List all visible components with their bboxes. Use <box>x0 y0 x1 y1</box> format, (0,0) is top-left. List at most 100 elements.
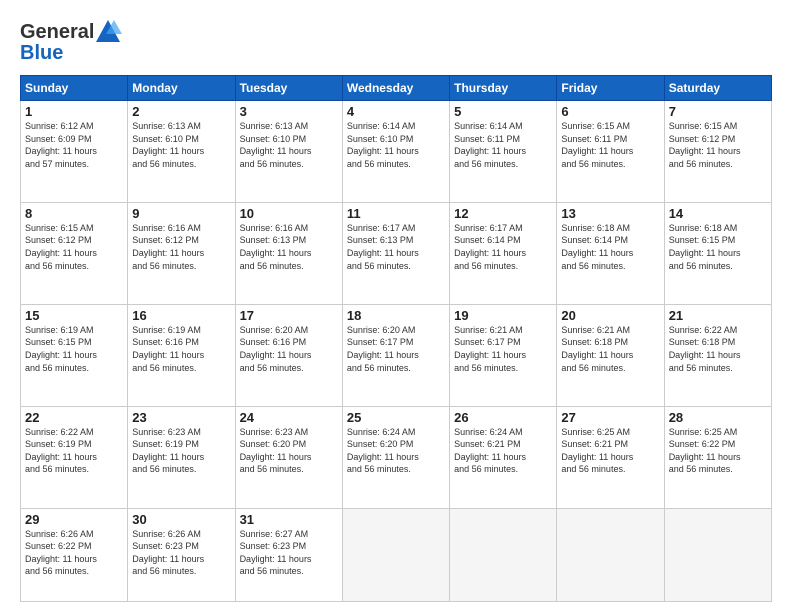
day-number: 12 <box>454 206 552 221</box>
day-number: 9 <box>132 206 230 221</box>
day-info: Sunrise: 6:17 AMSunset: 6:14 PMDaylight:… <box>454 222 552 272</box>
calendar-cell: 13Sunrise: 6:18 AMSunset: 6:14 PMDayligh… <box>557 202 664 304</box>
day-info: Sunrise: 6:24 AMSunset: 6:21 PMDaylight:… <box>454 426 552 476</box>
day-number: 30 <box>132 512 230 527</box>
day-info: Sunrise: 6:21 AMSunset: 6:18 PMDaylight:… <box>561 324 659 374</box>
day-info: Sunrise: 6:24 AMSunset: 6:20 PMDaylight:… <box>347 426 445 476</box>
calendar-cell: 25Sunrise: 6:24 AMSunset: 6:20 PMDayligh… <box>342 406 449 508</box>
day-info: Sunrise: 6:22 AMSunset: 6:18 PMDaylight:… <box>669 324 767 374</box>
day-number: 17 <box>240 308 338 323</box>
weekday-header-friday: Friday <box>557 76 664 101</box>
day-number: 29 <box>25 512 123 527</box>
calendar-cell: 28Sunrise: 6:25 AMSunset: 6:22 PMDayligh… <box>664 406 771 508</box>
day-info: Sunrise: 6:19 AMSunset: 6:15 PMDaylight:… <box>25 324 123 374</box>
calendar-cell: 14Sunrise: 6:18 AMSunset: 6:15 PMDayligh… <box>664 202 771 304</box>
calendar-cell: 20Sunrise: 6:21 AMSunset: 6:18 PMDayligh… <box>557 304 664 406</box>
calendar-cell <box>557 508 664 602</box>
weekday-header-monday: Monday <box>128 76 235 101</box>
day-info: Sunrise: 6:19 AMSunset: 6:16 PMDaylight:… <box>132 324 230 374</box>
calendar-cell: 10Sunrise: 6:16 AMSunset: 6:13 PMDayligh… <box>235 202 342 304</box>
day-number: 6 <box>561 104 659 119</box>
weekday-header-sunday: Sunday <box>21 76 128 101</box>
weekday-header-tuesday: Tuesday <box>235 76 342 101</box>
day-number: 27 <box>561 410 659 425</box>
day-info: Sunrise: 6:20 AMSunset: 6:17 PMDaylight:… <box>347 324 445 374</box>
calendar-cell: 18Sunrise: 6:20 AMSunset: 6:17 PMDayligh… <box>342 304 449 406</box>
day-number: 24 <box>240 410 338 425</box>
day-number: 23 <box>132 410 230 425</box>
day-number: 15 <box>25 308 123 323</box>
calendar-cell: 22Sunrise: 6:22 AMSunset: 6:19 PMDayligh… <box>21 406 128 508</box>
day-info: Sunrise: 6:15 AMSunset: 6:12 PMDaylight:… <box>669 120 767 170</box>
day-info: Sunrise: 6:15 AMSunset: 6:12 PMDaylight:… <box>25 222 123 272</box>
day-info: Sunrise: 6:13 AMSunset: 6:10 PMDaylight:… <box>240 120 338 170</box>
day-number: 3 <box>240 104 338 119</box>
calendar-cell: 16Sunrise: 6:19 AMSunset: 6:16 PMDayligh… <box>128 304 235 406</box>
weekday-header-thursday: Thursday <box>450 76 557 101</box>
day-number: 18 <box>347 308 445 323</box>
day-info: Sunrise: 6:12 AMSunset: 6:09 PMDaylight:… <box>25 120 123 170</box>
day-number: 10 <box>240 206 338 221</box>
calendar-cell: 15Sunrise: 6:19 AMSunset: 6:15 PMDayligh… <box>21 304 128 406</box>
day-info: Sunrise: 6:23 AMSunset: 6:20 PMDaylight:… <box>240 426 338 476</box>
calendar-cell <box>342 508 449 602</box>
day-info: Sunrise: 6:18 AMSunset: 6:15 PMDaylight:… <box>669 222 767 272</box>
calendar-cell: 17Sunrise: 6:20 AMSunset: 6:16 PMDayligh… <box>235 304 342 406</box>
day-number: 5 <box>454 104 552 119</box>
day-number: 25 <box>347 410 445 425</box>
day-number: 11 <box>347 206 445 221</box>
calendar-cell: 21Sunrise: 6:22 AMSunset: 6:18 PMDayligh… <box>664 304 771 406</box>
day-info: Sunrise: 6:14 AMSunset: 6:11 PMDaylight:… <box>454 120 552 170</box>
calendar-cell: 2Sunrise: 6:13 AMSunset: 6:10 PMDaylight… <box>128 101 235 203</box>
calendar-cell: 30Sunrise: 6:26 AMSunset: 6:23 PMDayligh… <box>128 508 235 602</box>
calendar-cell: 19Sunrise: 6:21 AMSunset: 6:17 PMDayligh… <box>450 304 557 406</box>
day-number: 7 <box>669 104 767 119</box>
day-info: Sunrise: 6:16 AMSunset: 6:12 PMDaylight:… <box>132 222 230 272</box>
day-info: Sunrise: 6:26 AMSunset: 6:23 PMDaylight:… <box>132 528 230 578</box>
calendar-cell: 29Sunrise: 6:26 AMSunset: 6:22 PMDayligh… <box>21 508 128 602</box>
calendar-cell: 3Sunrise: 6:13 AMSunset: 6:10 PMDaylight… <box>235 101 342 203</box>
day-number: 19 <box>454 308 552 323</box>
logo: General Blue <box>20 18 122 65</box>
day-info: Sunrise: 6:17 AMSunset: 6:13 PMDaylight:… <box>347 222 445 272</box>
day-number: 8 <box>25 206 123 221</box>
day-info: Sunrise: 6:25 AMSunset: 6:21 PMDaylight:… <box>561 426 659 476</box>
day-number: 2 <box>132 104 230 119</box>
day-number: 26 <box>454 410 552 425</box>
calendar-cell: 31Sunrise: 6:27 AMSunset: 6:23 PMDayligh… <box>235 508 342 602</box>
calendar-cell: 5Sunrise: 6:14 AMSunset: 6:11 PMDaylight… <box>450 101 557 203</box>
day-number: 13 <box>561 206 659 221</box>
calendar-cell: 1Sunrise: 6:12 AMSunset: 6:09 PMDaylight… <box>21 101 128 203</box>
day-number: 22 <box>25 410 123 425</box>
day-number: 16 <box>132 308 230 323</box>
header: General Blue <box>20 18 772 65</box>
day-info: Sunrise: 6:22 AMSunset: 6:19 PMDaylight:… <box>25 426 123 476</box>
day-number: 1 <box>25 104 123 119</box>
day-info: Sunrise: 6:16 AMSunset: 6:13 PMDaylight:… <box>240 222 338 272</box>
day-info: Sunrise: 6:27 AMSunset: 6:23 PMDaylight:… <box>240 528 338 578</box>
day-number: 28 <box>669 410 767 425</box>
calendar-cell: 7Sunrise: 6:15 AMSunset: 6:12 PMDaylight… <box>664 101 771 203</box>
day-number: 4 <box>347 104 445 119</box>
calendar-cell: 23Sunrise: 6:23 AMSunset: 6:19 PMDayligh… <box>128 406 235 508</box>
calendar-cell <box>450 508 557 602</box>
weekday-header-wednesday: Wednesday <box>342 76 449 101</box>
calendar-cell: 11Sunrise: 6:17 AMSunset: 6:13 PMDayligh… <box>342 202 449 304</box>
calendar-cell: 27Sunrise: 6:25 AMSunset: 6:21 PMDayligh… <box>557 406 664 508</box>
calendar-cell: 24Sunrise: 6:23 AMSunset: 6:20 PMDayligh… <box>235 406 342 508</box>
calendar-cell: 6Sunrise: 6:15 AMSunset: 6:11 PMDaylight… <box>557 101 664 203</box>
calendar: SundayMondayTuesdayWednesdayThursdayFrid… <box>20 75 772 602</box>
day-number: 14 <box>669 206 767 221</box>
calendar-cell: 8Sunrise: 6:15 AMSunset: 6:12 PMDaylight… <box>21 202 128 304</box>
logo-icon <box>94 18 122 46</box>
day-info: Sunrise: 6:15 AMSunset: 6:11 PMDaylight:… <box>561 120 659 170</box>
weekday-header-saturday: Saturday <box>664 76 771 101</box>
day-number: 20 <box>561 308 659 323</box>
calendar-cell: 4Sunrise: 6:14 AMSunset: 6:10 PMDaylight… <box>342 101 449 203</box>
page: General Blue SundayMondayTuesdayWednesda… <box>0 0 792 612</box>
calendar-cell: 9Sunrise: 6:16 AMSunset: 6:12 PMDaylight… <box>128 202 235 304</box>
day-info: Sunrise: 6:23 AMSunset: 6:19 PMDaylight:… <box>132 426 230 476</box>
day-info: Sunrise: 6:26 AMSunset: 6:22 PMDaylight:… <box>25 528 123 578</box>
day-number: 21 <box>669 308 767 323</box>
day-info: Sunrise: 6:18 AMSunset: 6:14 PMDaylight:… <box>561 222 659 272</box>
